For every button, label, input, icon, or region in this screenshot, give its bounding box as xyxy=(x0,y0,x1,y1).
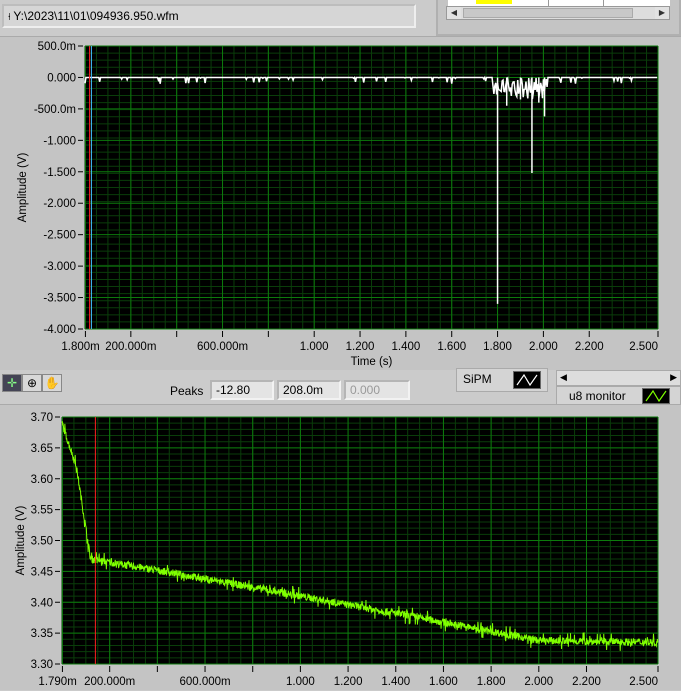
y-tick-label: -2.000 xyxy=(43,198,76,210)
x-tick-label: 1.400 xyxy=(381,676,410,688)
x-tick-label: 2.200 xyxy=(572,676,601,688)
x-tick-label: 2.000 xyxy=(529,341,558,353)
x-tick-label: 2.500 xyxy=(629,341,658,353)
y-tick-label: 0.000 xyxy=(47,72,76,84)
y-tick-label: 3.45 xyxy=(31,566,53,578)
x-tick-label: 1.600 xyxy=(429,676,458,688)
table-highlight-cell xyxy=(476,0,512,4)
bottom-graph: 1.790m 200.000m 600.000m 1.000 1.200 1.400 1.6… xyxy=(0,404,681,690)
x-tick-label: 1.800 xyxy=(477,676,506,688)
y-tick-label: -4.000 xyxy=(43,324,76,336)
y-tick-label: -3.500 xyxy=(43,293,76,305)
x-tick-label: 1.000 xyxy=(286,676,315,688)
y-tick-label: -2.500 xyxy=(43,230,76,242)
y-tick-label: -3.000 xyxy=(43,261,76,273)
y-tick-label: 3.50 xyxy=(31,536,53,548)
x-tick-label: 1.400 xyxy=(391,341,420,353)
y-axis-label: Amplitude (V) xyxy=(17,153,29,223)
y-tick-label: -1.000 xyxy=(43,135,76,147)
x-tick-label: 1.790m xyxy=(38,676,76,688)
x-tick-label: 1.200 xyxy=(334,676,363,688)
y-tick-label: -500.0m xyxy=(34,104,76,116)
peak-value-1[interactable]: -12.80 xyxy=(210,380,274,400)
top-graph: 1.800m 200.000m 600.000m 1.000 1.200 1.400 1.6… xyxy=(0,36,681,370)
peaks-label: Peaks xyxy=(170,384,204,398)
line-glyph-icon xyxy=(513,371,541,389)
y-tick-label: 3.60 xyxy=(31,474,53,486)
line-glyph-icon xyxy=(642,388,670,404)
zoom-icon[interactable]: ⊕ xyxy=(22,374,42,392)
x-tick-label: 1.200 xyxy=(346,341,375,353)
x-tick-label: 1.600 xyxy=(437,341,466,353)
legend-u8-label: u8 monitor xyxy=(569,389,626,403)
y-tick-label: -1.500 xyxy=(43,167,76,179)
legend-sipm[interactable]: SiPM xyxy=(456,368,548,392)
y-tick-label: 3.30 xyxy=(31,659,53,671)
legend-scrollbar[interactable]: ◀ ▶ xyxy=(556,370,681,386)
x-tick-label: 200.000m xyxy=(105,341,156,353)
x-tick-label: 2.500 xyxy=(629,676,658,688)
y-tick-label: 3.40 xyxy=(31,597,53,609)
y-tick-label: 3.55 xyxy=(31,505,53,517)
top-graph-svg[interactable]: 1.800m 200.000m 600.000m 1.000 1.200 1.400 1.6… xyxy=(0,37,681,371)
x-tick-label: 600.000m xyxy=(179,676,230,688)
x-tick-label: 600.000m xyxy=(197,341,248,353)
x-axis-label: Time (s) xyxy=(351,356,393,368)
pan-hand-icon[interactable]: ✋ xyxy=(42,374,62,392)
x-tick-label: 1.800m xyxy=(61,341,99,353)
y-tick-label: 500.0m xyxy=(38,41,76,53)
legend-u8-monitor[interactable]: u8 monitor xyxy=(556,386,681,406)
scroll-left-icon[interactable]: ◀ xyxy=(447,7,461,19)
x-tick-label: 2.000 xyxy=(524,676,553,688)
y-tick-label: 3.35 xyxy=(31,628,53,640)
x-tick-label: 1.000 xyxy=(300,341,329,353)
horizontal-scrollbar[interactable]: ◀ ▶ xyxy=(446,6,670,20)
scroll-thumb[interactable] xyxy=(463,8,633,18)
peak-value-2[interactable]: 208.0m xyxy=(277,380,341,400)
peak-value-3[interactable]: 0.000 xyxy=(344,380,410,400)
bottom-graph-svg[interactable]: 1.790m 200.000m 600.000m 1.000 1.200 1.400 1.6… xyxy=(0,405,681,691)
y-axis-label: Amplitude (V) xyxy=(15,506,27,576)
legend-sipm-label: SiPM xyxy=(463,372,492,386)
x-tick-label: 2.200 xyxy=(575,341,604,353)
scroll-right-icon[interactable]: ▶ xyxy=(655,7,669,19)
file-path-control[interactable]: ⍿ Y:\2023\11\01\094936.950.wfm xyxy=(2,4,416,28)
scroll-right-icon[interactable]: ▶ xyxy=(670,372,677,383)
x-tick-label: 200.000m xyxy=(84,676,135,688)
y-tick-label: 3.70 xyxy=(31,412,53,424)
x-tick-label: 1.800 xyxy=(483,341,512,353)
scroll-left-icon[interactable]: ◀ xyxy=(560,372,567,383)
file-path-value: Y:\2023\11\01\094936.950.wfm xyxy=(13,9,179,23)
cursor-crosshair-icon[interactable]: ✛ xyxy=(2,374,22,392)
y-tick-label: 3.65 xyxy=(31,443,53,455)
table-panel: ◀ ▶ xyxy=(436,0,681,36)
